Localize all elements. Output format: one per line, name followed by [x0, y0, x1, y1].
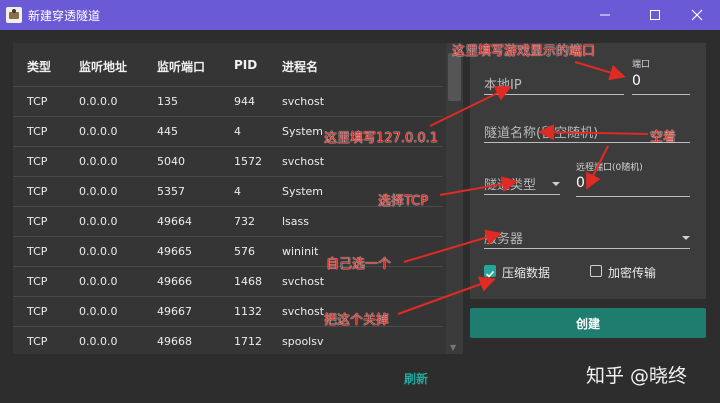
cell-pid: 732 — [234, 215, 255, 228]
cell-process-name: svchost — [282, 275, 325, 288]
encrypt-label: 加密传输 — [608, 266, 657, 280]
close-button[interactable] — [674, 0, 720, 30]
cell-listen-port: 135 — [157, 95, 178, 108]
annotation-choose-server: 自己选一个 — [326, 257, 392, 272]
chevron-down-icon — [682, 236, 690, 240]
minimize-button[interactable] — [582, 0, 628, 30]
local-ip-input[interactable]: 本地IP — [484, 73, 624, 95]
remote-port-input[interactable]: 远程端口(0随机) 0 — [576, 157, 690, 197]
cell-listen-port: 445 — [157, 125, 178, 138]
cell-type: TCP — [27, 185, 48, 198]
tunnel-form: 本地IP 端口 0 隧道名称(留空随机) 隧道类型 远程端口(0随机) 0 服务… — [470, 43, 706, 299]
tunnel-name-placeholder: 隧道名称(留空随机) — [484, 126, 599, 141]
table-scrollbar[interactable]: ▼ — [446, 43, 463, 354]
cell-type: TCP — [27, 215, 48, 228]
cell-listen-port: 5040 — [157, 155, 185, 168]
cell-listen-address: 0.0.0.0 — [79, 215, 118, 228]
annotation-leave-empty: 空着 — [650, 130, 677, 145]
refresh-button[interactable]: 刷新 — [404, 370, 428, 387]
port-value: 0 — [632, 73, 641, 89]
annotation-choose-tcp: 选择TCP — [378, 194, 429, 209]
cell-pid: 1572 — [234, 155, 262, 168]
cell-type: TCP — [27, 305, 48, 318]
chevron-down-icon — [552, 182, 560, 186]
server-select[interactable]: 服务器 — [484, 227, 690, 249]
cell-listen-address: 0.0.0.0 — [79, 335, 118, 348]
cell-pid: 4 — [234, 185, 241, 198]
scroll-down-icon[interactable]: ▼ — [450, 343, 456, 352]
cell-pid: 576 — [234, 245, 255, 258]
cell-listen-port: 5357 — [157, 185, 185, 198]
minimize-icon — [600, 14, 610, 16]
cell-listen-address: 0.0.0.0 — [79, 245, 118, 258]
cell-listen-address: 0.0.0.0 — [79, 305, 118, 318]
cell-type: TCP — [27, 335, 48, 348]
cell-listen-port: 49666 — [157, 275, 192, 288]
header-listen-address: 监听地址 — [79, 60, 128, 74]
remote-port-value: 0 — [576, 175, 585, 191]
maximize-button[interactable] — [632, 0, 678, 30]
cell-type: TCP — [27, 275, 48, 288]
cell-listen-port: 49668 — [157, 335, 192, 348]
cell-process-name: svchost — [282, 305, 325, 318]
cell-listen-port: 49665 — [157, 245, 192, 258]
table-row[interactable]: TCP 0.0.0.0 49668 1712 spoolsv — [13, 326, 443, 354]
compress-checkbox[interactable] — [484, 265, 496, 278]
cell-pid: 1712 — [234, 335, 262, 348]
create-button[interactable]: 创建 — [470, 308, 706, 338]
cell-pid: 1132 — [234, 305, 262, 318]
check-icon — [485, 270, 495, 278]
remote-port-label: 远程端口(0随机) — [576, 163, 643, 173]
cell-listen-address: 0.0.0.0 — [79, 95, 118, 108]
window-title: 新建穿透隧道 — [28, 9, 101, 23]
encrypt-checkbox[interactable] — [590, 265, 602, 277]
cell-listen-address: 0.0.0.0 — [79, 155, 118, 168]
tunnel-type-select[interactable]: 隧道类型 — [484, 173, 560, 195]
annotation-game-port: 这里填写游戏显示的端口 — [452, 44, 596, 59]
header-pid: PID — [234, 58, 258, 72]
server-placeholder: 服务器 — [484, 232, 524, 247]
cell-pid: 4 — [234, 125, 241, 138]
watermark: 知乎 @晓终 — [586, 365, 688, 387]
title-bar: 新建穿透隧道 — [0, 0, 720, 30]
cell-type: TCP — [27, 155, 48, 168]
cell-type: TCP — [27, 245, 48, 258]
cell-pid: 944 — [234, 95, 255, 108]
port-input[interactable]: 端口 0 — [632, 55, 690, 95]
header-listen-port: 监听端口 — [157, 60, 206, 74]
cell-listen-address: 0.0.0.0 — [79, 185, 118, 198]
table-row[interactable]: TCP 0.0.0.0 5040 1572 svchost — [13, 146, 443, 176]
cell-process-name: svchost — [282, 155, 325, 168]
app-icon — [6, 7, 22, 23]
table-header: 类型 监听地址 监听端口 PID 进程名 — [13, 43, 443, 86]
cell-type: TCP — [27, 125, 48, 138]
header-type: 类型 — [27, 60, 52, 74]
cell-process-name: System — [282, 125, 324, 138]
cell-process-name: System — [282, 185, 324, 198]
port-label: 端口 — [632, 60, 651, 70]
cell-listen-address: 0.0.0.0 — [79, 275, 118, 288]
tunnel-type-placeholder: 隧道类型 — [484, 178, 537, 193]
header-process-name: 进程名 — [282, 60, 319, 74]
cell-process-name: svchost — [282, 95, 325, 108]
compress-label: 压缩数据 — [502, 266, 551, 280]
cell-process-name: spoolsv — [282, 335, 324, 348]
annotation-turn-off: 把这个关掉 — [324, 313, 390, 328]
close-icon — [691, 9, 703, 21]
cell-listen-address: 0.0.0.0 — [79, 125, 118, 138]
scrollbar-thumb[interactable] — [448, 53, 461, 101]
cell-listen-port: 49667 — [157, 305, 192, 318]
cell-pid: 1468 — [234, 275, 262, 288]
cell-process-name: lsass — [282, 215, 309, 228]
cell-process-name: wininit — [282, 245, 319, 258]
cell-listen-port: 49664 — [157, 215, 192, 228]
cell-type: TCP — [27, 95, 48, 108]
table-row[interactable]: TCP 0.0.0.0 49664 732 lsass — [13, 206, 443, 236]
annotation-local-ip: 这里填写127.0.0.1 — [324, 131, 439, 146]
local-ip-placeholder: 本地IP — [484, 78, 522, 93]
table-row[interactable]: TCP 0.0.0.0 135 944 svchost — [13, 86, 443, 116]
maximize-icon — [650, 10, 660, 20]
